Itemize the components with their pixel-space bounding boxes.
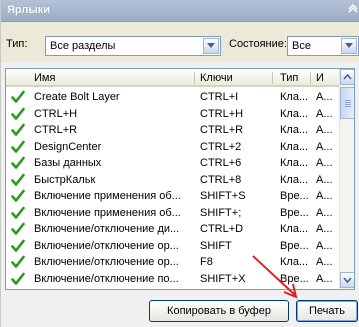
- shortcut-keys: SHIFT+;: [200, 206, 242, 219]
- checkmark-icon: [11, 222, 25, 239]
- shortcut-type: Кла...: [280, 140, 309, 153]
- shortcut-keys: CTRL+H: [200, 107, 244, 120]
- list-item[interactable]: Включение применения об... SHIFT+; Вре... А…: [6, 205, 339, 221]
- shortcut-type: Кла...: [280, 107, 309, 120]
- checkmark-icon: [11, 156, 25, 173]
- list-item[interactable]: БыстрКальк CTRL+8 Кла... А...: [6, 172, 339, 188]
- shortcut-type: Кла...: [280, 223, 309, 235]
- copy-to-clipboard-button[interactable]: Копировать в буфер: [149, 300, 289, 322]
- type-dropdown-value: Все разделы: [50, 40, 116, 52]
- shortcut-name: DesignCenter: [34, 140, 102, 153]
- shortcut-name: Включение применения об...: [34, 206, 181, 219]
- shortcut-name: CTRL+R: [34, 124, 78, 136]
- chevron-down-icon[interactable]: [203, 38, 219, 54]
- list-header: Имя Ключи Тип И: [6, 69, 339, 87]
- list-item[interactable]: Включение/отключение ди... CTRL+D Кла... А.…: [6, 221, 339, 237]
- shortcut-type: Кла...: [280, 157, 309, 169]
- list-item[interactable]: Create Bolt Layer CTRL+I Кла... А...: [6, 89, 339, 105]
- shortcut-type: Кла...: [280, 91, 309, 103]
- shortcut-keys: SHIFT: [200, 239, 232, 252]
- grip-line: [345, 102, 351, 103]
- shortcut-keys: CTRL+I: [200, 91, 239, 103]
- list-item[interactable]: DesignCenter CTRL+2 Кла... А...: [6, 139, 339, 155]
- column-divider: [272, 72, 273, 84]
- shortcut-name: Create Bolt Layer: [34, 91, 120, 103]
- shortcut-keys: CTRL+6: [200, 157, 242, 169]
- shortcut-extra: А...: [316, 140, 333, 153]
- shortcut-name: Включение применения об...: [34, 190, 181, 202]
- chevron-down-icon[interactable]: [341, 38, 357, 54]
- type-label: Тип:: [6, 38, 28, 50]
- shortcut-name: БыстрКальк: [34, 173, 96, 186]
- shortcut-type: Вре...: [280, 239, 309, 252]
- shortcut-extra: А...: [316, 124, 333, 136]
- list-item[interactable]: Базы данных CTRL+6 Кла... А...: [6, 155, 339, 171]
- shortcut-name: CTRL+H: [34, 107, 78, 120]
- checkmark-icon: [11, 272, 25, 289]
- shortcut-name: Базы данных: [34, 157, 102, 169]
- checkmark-icon: [11, 173, 25, 190]
- shortcut-keys: CTRL+2: [200, 140, 242, 153]
- shortcut-type: Вре...: [280, 190, 309, 202]
- shortcut-extra: А...: [316, 91, 333, 103]
- shortcut-name: Включение/отключение по...: [34, 272, 179, 285]
- type-dropdown[interactable]: Все разделы: [45, 36, 221, 56]
- scroll-up-button[interactable]: [340, 69, 354, 85]
- shortcut-extra: А...: [316, 173, 333, 186]
- shortcut-extra: А...: [316, 272, 333, 285]
- panel-titlebar: Ярлыки: [1, 0, 359, 22]
- shortcut-type: Кла...: [280, 173, 309, 186]
- shortcuts-panel: Ярлыки Тип: Все разделы Состояние: Все И…: [0, 0, 359, 327]
- shortcut-extra: А...: [316, 206, 333, 219]
- column-header-keys[interactable]: Ключи: [200, 72, 233, 84]
- column-header-name[interactable]: Имя: [34, 72, 55, 84]
- checkmark-icon: [11, 239, 25, 256]
- panel-title: Ярлыки: [7, 4, 51, 16]
- annotation-arrow-icon: [252, 255, 298, 299]
- print-button[interactable]: Печать: [296, 300, 358, 322]
- scroll-down-button[interactable]: [340, 272, 354, 288]
- checkmark-icon: [11, 255, 25, 272]
- state-dropdown-value: Все: [292, 40, 311, 52]
- column-divider: [310, 72, 311, 84]
- column-header-extra[interactable]: И: [316, 72, 324, 84]
- checkmark-icon: [11, 206, 25, 223]
- checkmark-icon: [11, 140, 25, 157]
- shortcut-keys: CTRL+R: [200, 124, 244, 136]
- list-item[interactable]: CTRL+H CTRL+H Кла... А...: [6, 106, 339, 122]
- shortcut-keys: SHIFT+S: [200, 190, 246, 202]
- shortcut-extra: А...: [316, 239, 333, 252]
- list-item[interactable]: CTRL+R CTRL+R Кла... А...: [6, 122, 339, 138]
- checkmark-icon: [11, 189, 25, 206]
- vertical-scrollbar[interactable]: [339, 69, 354, 289]
- grip-line: [345, 104, 351, 105]
- shortcut-keys: CTRL+8: [200, 173, 242, 186]
- filter-bar: Тип: Все разделы Состояние: Все: [1, 22, 359, 62]
- state-label: Состояние:: [229, 38, 287, 50]
- column-divider: [194, 72, 195, 84]
- shortcut-keys: CTRL+D: [200, 223, 244, 235]
- shortcut-extra: А...: [316, 157, 333, 169]
- shortcut-extra: А...: [316, 223, 333, 235]
- shortcut-extra: А...: [316, 256, 333, 268]
- checkmark-icon: [11, 107, 25, 124]
- collapse-icon[interactable]: [348, 3, 358, 16]
- shortcut-type: Кла...: [280, 124, 309, 136]
- shortcut-name: Включение/отключение ор...: [34, 239, 179, 252]
- state-dropdown[interactable]: Все: [287, 36, 359, 56]
- shortcut-type: Вре...: [280, 206, 309, 219]
- checkmark-icon: [11, 90, 25, 107]
- shortcut-name: Включение/отключение ор...: [34, 256, 179, 268]
- grip-line: [345, 106, 351, 107]
- shortcuts-list[interactable]: Имя Ключи Тип И Create Bolt Layer CTRL+I К…: [5, 68, 355, 290]
- checkmark-icon: [11, 123, 25, 140]
- list-item[interactable]: Включение/отключение ор... SHIFT Вре... А..…: [6, 238, 339, 254]
- shortcut-extra: А...: [316, 190, 333, 202]
- column-header-type[interactable]: Тип: [280, 72, 298, 84]
- list-item[interactable]: Включение применения об... SHIFT+S Вре... А…: [6, 188, 339, 204]
- shortcut-extra: А...: [316, 107, 333, 120]
- shortcut-name: Включение/отключение ди...: [34, 223, 180, 235]
- grip-line: [345, 100, 351, 101]
- scroll-thumb[interactable]: [340, 87, 354, 119]
